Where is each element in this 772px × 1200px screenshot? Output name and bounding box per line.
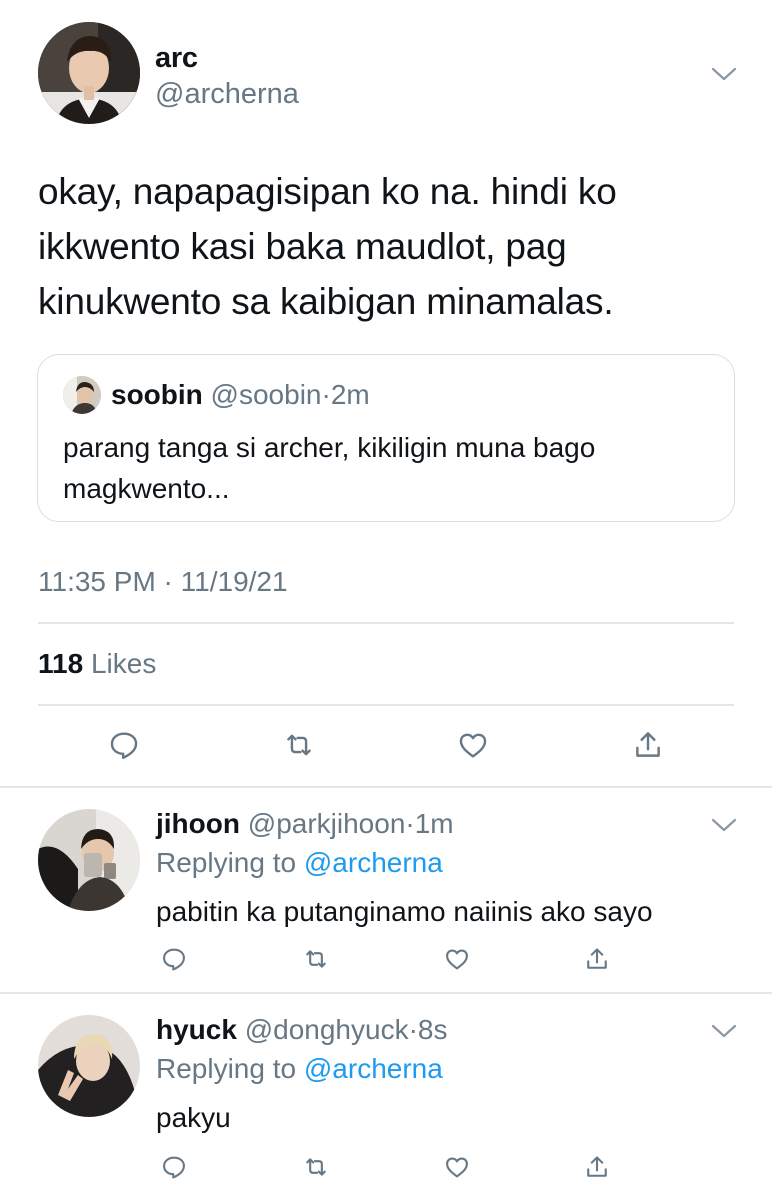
share-icon <box>587 948 607 969</box>
retweet-button[interactable] <box>299 942 333 976</box>
replying-handle-link[interactable]: @archerna <box>304 847 443 878</box>
quoted-header: soobin @soobin·2m <box>111 379 370 411</box>
reply-author-handle[interactable]: @donghyuck <box>245 1014 409 1045</box>
reply-tweet[interactable]: hyuck @donghyuck·8s Replying to @archern… <box>0 994 772 1200</box>
reply-time: 8s <box>417 1014 448 1045</box>
likes-label: Likes <box>90 648 157 679</box>
reply-button[interactable] <box>104 725 144 765</box>
reply-text: pakyu <box>156 1102 231 1133</box>
quoted-tweet[interactable]: soobin @soobin·2m parang tanga si archer… <box>37 354 735 522</box>
heart-icon <box>459 733 487 758</box>
reply-author-handle[interactable]: @parkjihoon <box>248 808 406 839</box>
like-button[interactable] <box>453 725 493 765</box>
chevron-down-icon[interactable] <box>711 66 737 82</box>
tweet-timestamp[interactable]: 11:35 PM · 11/19/21 <box>38 566 288 598</box>
divider <box>38 704 734 706</box>
retweet-icon <box>287 734 311 756</box>
chevron-down-icon[interactable] <box>711 1023 737 1039</box>
reply-author-avatar[interactable] <box>38 1015 140 1117</box>
reply-header: hyuck @donghyuck·8s <box>156 1014 447 1046</box>
comment-bubble-icon <box>110 732 138 759</box>
dot-separator: · <box>321 379 331 410</box>
quoted-text: parang tanga si archer, kikiligin muna b… <box>63 432 596 504</box>
share-button[interactable] <box>580 1150 614 1184</box>
dot-separator: · <box>408 1014 418 1045</box>
likes-count: 118 <box>38 648 84 679</box>
reply-button[interactable] <box>157 1150 191 1184</box>
replying-to: Replying to @archerna <box>156 847 443 879</box>
replying-to: Replying to @archerna <box>156 1053 443 1085</box>
replying-handle-link[interactable]: @archerna <box>304 1053 443 1084</box>
share-button[interactable] <box>628 725 668 765</box>
retweet-button[interactable] <box>299 1150 333 1184</box>
reply-text: pabitin ka putanginamo naiinis ako sayo <box>156 896 653 927</box>
like-button[interactable] <box>440 1150 474 1184</box>
share-button[interactable] <box>580 942 614 976</box>
main-tweet: arc @archerna okay, napapagisipan ko na.… <box>0 0 772 787</box>
quoted-author-name: soobin <box>111 379 203 410</box>
heart-icon <box>446 949 468 970</box>
heart-icon <box>446 1157 468 1178</box>
like-button[interactable] <box>440 942 474 976</box>
reply-time: 1m <box>414 808 454 839</box>
reply-author-name[interactable]: jihoon <box>156 808 240 839</box>
reply-tweet[interactable]: jihoon @parkjihoon·1m Replying to @arche… <box>0 788 772 992</box>
comment-bubble-icon <box>163 1156 185 1179</box>
chevron-down-icon[interactable] <box>711 817 737 833</box>
comment-bubble-icon <box>163 948 185 971</box>
reply-author-name[interactable]: hyuck <box>156 1014 237 1045</box>
retweet-button[interactable] <box>279 725 319 765</box>
tweet-text: okay, napapagisipan ko na. hindi ko ikkw… <box>38 171 617 322</box>
quoted-author-handle: @soobin <box>210 379 322 410</box>
likes-stat[interactable]: 118 Likes <box>38 648 156 680</box>
retweet-icon <box>306 950 326 968</box>
dot-separator: · <box>405 808 415 839</box>
replying-prefix: Replying to <box>156 847 297 878</box>
share-icon <box>636 732 660 757</box>
author-name[interactable]: arc <box>155 42 198 75</box>
reply-header: jihoon @parkjihoon·1m <box>156 808 454 840</box>
share-icon <box>587 1156 607 1177</box>
reply-button[interactable] <box>157 942 191 976</box>
author-handle[interactable]: @archerna <box>155 78 299 111</box>
replying-prefix: Replying to <box>156 1053 297 1084</box>
divider <box>38 622 734 624</box>
author-avatar[interactable] <box>38 22 140 124</box>
retweet-icon <box>306 1158 326 1176</box>
quoted-author-avatar <box>63 376 101 414</box>
quoted-time: 2m <box>330 379 370 410</box>
reply-author-avatar[interactable] <box>38 809 140 911</box>
